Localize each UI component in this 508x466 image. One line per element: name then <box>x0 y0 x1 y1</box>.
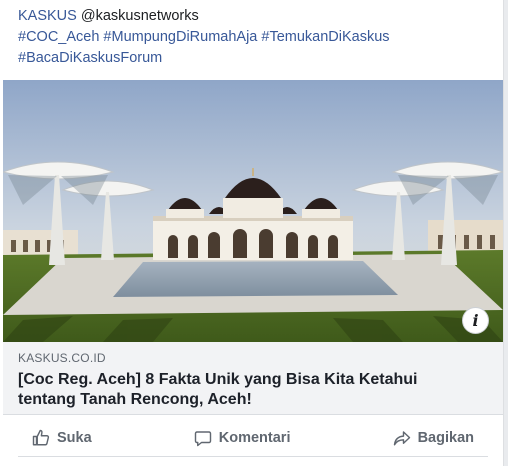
preview-title[interactable]: [Coc Reg. Aceh] 8 Fakta Unik yang Bisa K… <box>18 370 488 410</box>
like-button[interactable]: Suka <box>18 422 106 454</box>
thumbs-up-icon <box>32 429 50 446</box>
share-icon <box>393 431 410 446</box>
preview-title-line-2: tentang Tanah Rencong, Aceh! <box>18 391 252 408</box>
comment-icon <box>194 431 211 447</box>
handle-text: @kaskusnetworks <box>80 8 199 24</box>
share-label: Bagikan <box>417 430 474 446</box>
kaskus-link[interactable]: KASKUS <box>18 8 77 24</box>
link-preview[interactable]: KASKUS.CO.ID [Coc Reg. Aceh] 8 Fakta Uni… <box>3 342 503 415</box>
facebook-post: KASKUS @kaskusnetworks #COC_Aceh #Mumpun… <box>0 0 504 466</box>
comment-label: Komentari <box>218 430 291 446</box>
hashtag-baca-di-kaskus-forum[interactable]: #BacaDiKaskusForum <box>18 50 162 66</box>
hashtags-1[interactable]: #COC_Aceh #MumpungDiRumahAja #TemukanDiK… <box>18 29 390 45</box>
preview-domain: KASKUS.CO.ID <box>18 351 106 365</box>
comment-button[interactable]: Komentari <box>180 422 305 454</box>
post-actions: Suka Komentari Bagikan <box>18 420 488 457</box>
preview-title-line-1: [Coc Reg. Aceh] 8 Fakta Unik yang Bisa K… <box>18 371 418 388</box>
link-preview-image[interactable]: i <box>3 80 503 342</box>
post-text: KASKUS @kaskusnetworks #COC_Aceh #Mumpun… <box>18 6 488 69</box>
mosque-illustration <box>3 80 503 342</box>
hashtags-line-2[interactable]: #BacaDiKaskusForum <box>18 48 488 69</box>
hashtags-line-1[interactable]: #COC_Aceh #MumpungDiRumahAja #TemukanDiK… <box>18 27 488 48</box>
share-button[interactable]: Bagikan <box>379 422 488 454</box>
info-icon[interactable]: i <box>462 307 489 334</box>
like-label: Suka <box>57 430 92 446</box>
post-text-line-1: KASKUS @kaskusnetworks <box>18 6 488 27</box>
